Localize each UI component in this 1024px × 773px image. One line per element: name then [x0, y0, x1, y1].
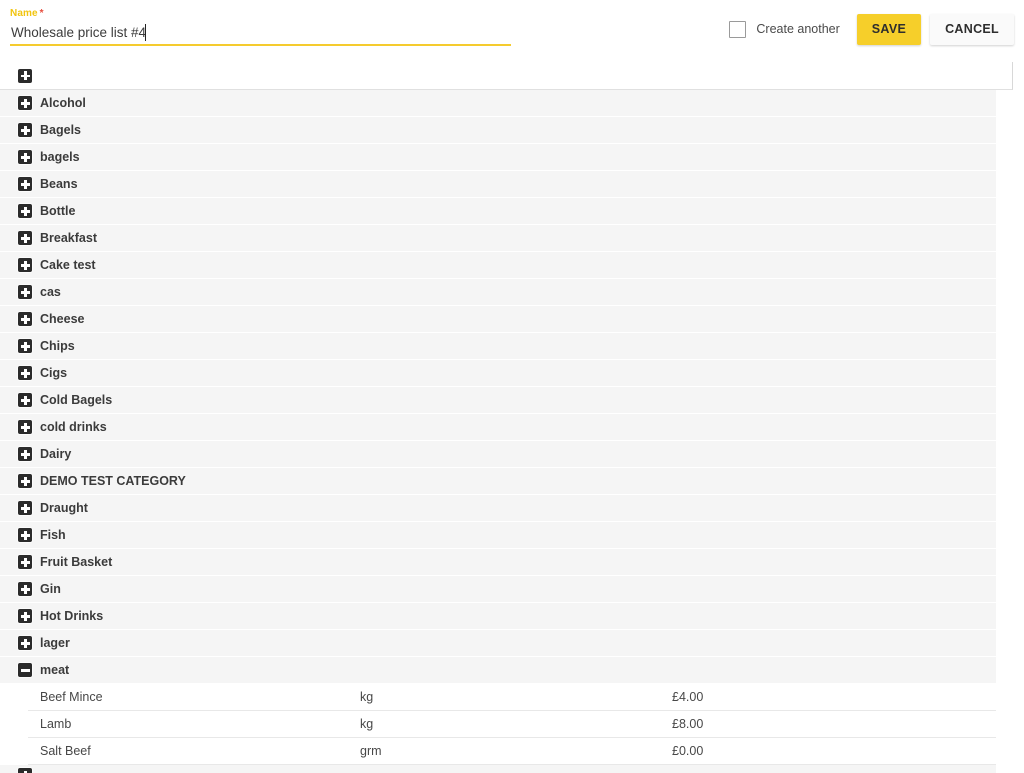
- cancel-button[interactable]: CANCEL: [930, 13, 1014, 45]
- category-row[interactable]: Breakfast: [0, 225, 996, 252]
- category-label: lager: [40, 636, 70, 650]
- category-row[interactable]: Cold Bagels: [0, 387, 996, 414]
- plus-square-icon[interactable]: [18, 582, 32, 596]
- category-row[interactable]: cas: [0, 279, 996, 306]
- plus-square-icon[interactable]: [18, 636, 32, 650]
- category-label: DEMO TEST CATEGORY: [40, 474, 186, 488]
- category-label: cold drinks: [40, 420, 107, 434]
- product-name: Beef Mince: [40, 690, 103, 704]
- category-row[interactable]: Bottle: [0, 198, 996, 225]
- category-row[interactable]: Cigs: [0, 360, 996, 387]
- create-another-label: Create another: [756, 22, 840, 36]
- plus-square-icon[interactable]: [18, 555, 32, 569]
- category-label: Draught: [40, 501, 88, 515]
- plus-square-icon[interactable]: [18, 177, 32, 191]
- plus-square-icon[interactable]: [18, 768, 32, 773]
- plus-square-icon[interactable]: [18, 366, 32, 380]
- category-row[interactable]: cold drinks: [0, 414, 996, 441]
- category-label: Gin: [40, 582, 61, 596]
- plus-square-icon[interactable]: [18, 528, 32, 542]
- product-row[interactable]: Lamb kg £8.00: [0, 711, 996, 738]
- category-row[interactable]: DEMO TEST CATEGORY: [0, 468, 996, 495]
- category-label: Bottle: [40, 204, 76, 218]
- category-row[interactable]: Fish: [0, 522, 996, 549]
- create-another-group[interactable]: Create another: [729, 13, 840, 45]
- plus-square-icon[interactable]: [18, 339, 32, 353]
- plus-square-icon[interactable]: [18, 609, 32, 623]
- category-label: cas: [40, 285, 61, 299]
- category-row[interactable]: Cake test: [0, 252, 996, 279]
- category-row[interactable]: lager: [0, 630, 996, 657]
- category-row[interactable]: Gin: [0, 576, 996, 603]
- minus-square-icon[interactable]: [18, 663, 32, 677]
- plus-square-icon[interactable]: [18, 204, 32, 218]
- category-rows-host: Alcohol Bagels bagels Beans Bottle Breakfast C…: [0, 90, 1024, 773]
- form-header: Name* Create another SAVE CANCEL: [0, 0, 1024, 58]
- plus-square-icon[interactable]: [18, 447, 32, 461]
- product-price: £4.00: [672, 690, 704, 704]
- category-label: bagels: [40, 150, 80, 164]
- plus-square-icon[interactable]: [18, 474, 32, 488]
- category-label: Cheese: [40, 312, 85, 326]
- category-row[interactable]: Dairy: [0, 441, 996, 468]
- name-field-label: Name *: [10, 8, 511, 20]
- root-add-row[interactable]: [0, 62, 1013, 90]
- category-row[interactable]: Chips: [0, 333, 996, 360]
- category-list[interactable]: Alcohol Bagels bagels Beans Bottle Breakfast C…: [0, 62, 1024, 773]
- plus-square-icon[interactable]: [18, 231, 32, 245]
- category-label: Bagels: [40, 123, 81, 137]
- text-caret: [145, 24, 146, 41]
- name-input[interactable]: [10, 23, 511, 44]
- category-row-partial[interactable]: [0, 765, 996, 773]
- category-row[interactable]: Draught: [0, 495, 996, 522]
- category-label: Alcohol: [40, 96, 86, 110]
- header-actions: Create another SAVE CANCEL: [729, 13, 1014, 45]
- category-label: Fish: [40, 528, 66, 542]
- product-price: £0.00: [672, 744, 704, 758]
- name-input-wrap: [10, 23, 511, 46]
- category-label: Beans: [40, 177, 78, 191]
- plus-square-icon[interactable]: [18, 68, 32, 83]
- category-label: Fruit Basket: [40, 555, 113, 569]
- name-field-group: Name *: [10, 8, 511, 46]
- product-row[interactable]: Beef Mince kg £4.00: [0, 684, 996, 711]
- category-row[interactable]: Hot Drinks: [0, 603, 996, 630]
- category-row[interactable]: Cheese: [0, 306, 996, 333]
- price-list-editor: Name* Create another SAVE CANCEL Alcohol…: [0, 0, 1024, 773]
- plus-square-icon[interactable]: [18, 312, 32, 326]
- product-price: £8.00: [672, 717, 704, 731]
- category-label: Dairy: [40, 447, 72, 461]
- category-label: Chips: [40, 339, 75, 353]
- plus-square-icon[interactable]: [18, 285, 32, 299]
- product-unit: kg: [360, 690, 374, 704]
- plus-square-icon[interactable]: [18, 258, 32, 272]
- save-button[interactable]: SAVE: [856, 13, 922, 45]
- category-row[interactable]: Bagels: [0, 117, 996, 144]
- category-label: Cigs: [40, 366, 68, 380]
- product-name: Lamb: [40, 717, 72, 731]
- plus-square-icon[interactable]: [18, 150, 32, 164]
- category-label: meat: [40, 663, 70, 677]
- product-row[interactable]: Salt Beef grm £0.00: [0, 738, 996, 765]
- category-label: Hot Drinks: [40, 609, 104, 623]
- plus-square-icon[interactable]: [18, 501, 32, 515]
- product-name: Salt Beef: [40, 744, 91, 758]
- plus-square-icon[interactable]: [18, 123, 32, 137]
- category-row[interactable]: meat: [0, 657, 996, 684]
- category-label: Breakfast: [40, 231, 97, 245]
- category-row[interactable]: Alcohol: [0, 90, 996, 117]
- required-asterisk: *: [39, 8, 44, 19]
- product-unit: grm: [360, 744, 382, 758]
- category-row[interactable]: bagels: [0, 144, 996, 171]
- plus-square-icon[interactable]: [18, 420, 32, 434]
- category-label: Cake test: [40, 258, 96, 272]
- name-label-text: Name: [10, 8, 38, 19]
- create-another-checkbox[interactable]: [729, 20, 747, 38]
- category-row[interactable]: Beans: [0, 171, 996, 198]
- plus-square-icon[interactable]: [18, 393, 32, 407]
- product-unit: kg: [360, 717, 374, 731]
- plus-square-icon[interactable]: [18, 96, 32, 110]
- category-label: Cold Bagels: [40, 393, 113, 407]
- category-row[interactable]: Fruit Basket: [0, 549, 996, 576]
